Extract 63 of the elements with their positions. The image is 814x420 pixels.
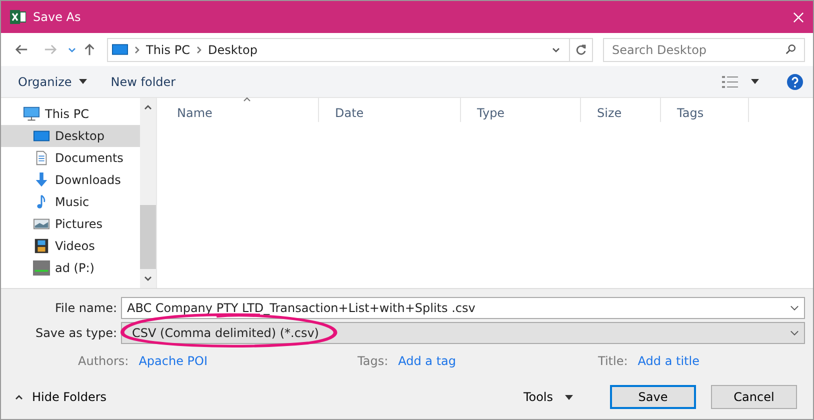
column-header[interactable]: Tags: [661, 98, 749, 122]
file-name-field[interactable]: ABC Company PTY LTD_Transaction+List+with+Splits .csv: [121, 296, 805, 318]
property-label: Authors:: [78, 354, 129, 368]
property-label: Title:: [598, 354, 628, 368]
organize-button[interactable]: Organize: [18, 72, 87, 90]
sidebar-item[interactable]: Videos: [1, 235, 140, 257]
back-arrow-icon[interactable]: [15, 43, 28, 56]
refresh-icon[interactable]: [575, 44, 587, 56]
property-link[interactable]: Apache POI: [138, 354, 208, 368]
address-bar[interactable]: This PC Desktop: [107, 38, 593, 62]
monitor-icon: [112, 44, 128, 55]
view-list-icon[interactable]: [722, 76, 738, 88]
chevron-down-icon: [790, 304, 799, 310]
drive-icon: [33, 260, 50, 276]
sidebar-item[interactable]: This PC: [1, 103, 140, 125]
file-type-dropdown[interactable]: CSV (Comma delimited) (*.csv): [121, 322, 805, 344]
property-label: Tags:: [358, 354, 388, 368]
breadcrumb-item[interactable]: This PC: [146, 42, 190, 56]
chevron-down-icon: [790, 330, 799, 336]
caret-icon: [565, 394, 573, 400]
tools-button[interactable]: Tools: [517, 389, 579, 405]
search-field[interactable]: Search Desktop: [603, 38, 805, 62]
property-link[interactable]: Add a tag: [398, 354, 456, 368]
column-header[interactable]: Size: [581, 98, 661, 122]
chevron-right-icon: [134, 46, 140, 54]
sidebar-item[interactable]: Pictures: [1, 213, 140, 235]
sidebar-item[interactable]: ad (P:): [1, 257, 140, 279]
picture-icon: [33, 216, 50, 232]
caret-icon[interactable]: [751, 79, 759, 84]
scroll-up-icon[interactable]: [144, 105, 152, 110]
cancel-button[interactable]: Cancel: [711, 385, 797, 409]
close-icon[interactable]: [793, 12, 804, 22]
caret-icon: [78, 79, 87, 84]
field-label: Save as type:: [34, 326, 118, 340]
monitor-icon: [33, 128, 50, 144]
spreadsheet-app-icon: [10, 9, 26, 25]
property-link[interactable]: Add a title: [638, 354, 700, 368]
help-icon[interactable]: [787, 74, 803, 90]
chevron-right-icon: [196, 46, 202, 54]
column-header[interactable]: Type: [461, 98, 581, 122]
breadcrumb-item[interactable]: Desktop: [208, 42, 258, 56]
chevron-up-icon: [15, 394, 23, 400]
chevron-down-icon[interactable]: [552, 46, 560, 52]
scroll-down-icon[interactable]: [144, 276, 152, 281]
sort-caret-icon: [243, 97, 251, 102]
save-button[interactable]: Save: [610, 385, 696, 409]
film-strip-icon: [33, 238, 50, 254]
hide-folders-button[interactable]: Hide Folders: [9, 389, 113, 405]
new-folder-button[interactable]: New folder: [110, 72, 176, 90]
sidebar-item[interactable]: Music: [1, 191, 140, 213]
sidebar-item[interactable]: Documents: [1, 147, 140, 169]
monitor-icon: [23, 106, 40, 122]
search-icon: [785, 44, 796, 54]
down-arrow-icon: [33, 172, 50, 188]
sidebar-item[interactable]: Downloads: [1, 169, 140, 191]
window-title: Save As: [33, 10, 81, 24]
column-header[interactable]: Date: [319, 98, 461, 122]
scrollbar[interactable]: [140, 98, 156, 288]
column-header[interactable]: Name: [161, 98, 319, 122]
up-arrow-icon[interactable]: [83, 43, 96, 56]
field-label: File name:: [54, 300, 118, 314]
chevron-down-icon[interactable]: [68, 46, 76, 52]
sidebar-item[interactable]: Desktop: [1, 125, 140, 147]
